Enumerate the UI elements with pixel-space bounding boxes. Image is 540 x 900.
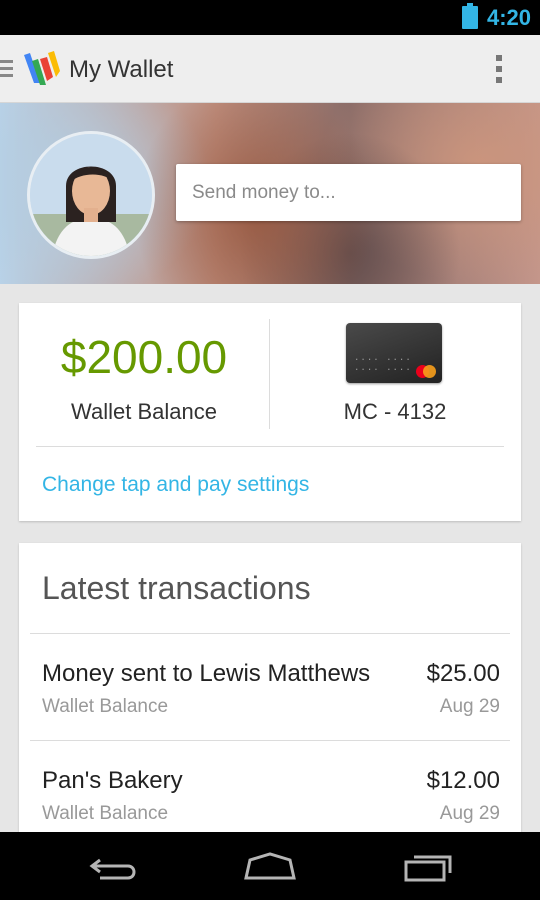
- transactions-card: Latest transactions Money sent to Lewis …: [19, 543, 521, 843]
- menu-icon[interactable]: [0, 60, 13, 78]
- status-clock: 4:20: [486, 5, 531, 30]
- transaction-amount: $12.00: [426, 767, 500, 794]
- action-bar: My Wallet: [0, 35, 540, 103]
- recent-apps-icon[interactable]: [398, 846, 458, 886]
- overflow-menu-icon[interactable]: [496, 55, 502, 85]
- wallet-balance-amount[interactable]: $200.00: [19, 330, 269, 384]
- profile-banner: [0, 103, 540, 284]
- home-icon[interactable]: [240, 846, 300, 886]
- back-icon[interactable]: [82, 846, 142, 886]
- navigation-bar: [0, 832, 540, 900]
- payment-card-label: MC - 4132: [343, 399, 447, 424]
- transaction-source: Wallet Balance: [42, 696, 169, 717]
- transaction-amount: $25.00: [426, 660, 500, 687]
- status-bar: 4:20: [0, 0, 540, 35]
- transaction-name: Pan's Bakery: [42, 767, 183, 794]
- balance-card: $200.00 Wallet Balance .... .... .... ..…: [19, 303, 521, 521]
- payment-card-image[interactable]: .... .... .... ....: [346, 323, 442, 383]
- send-money-input[interactable]: [176, 164, 521, 221]
- transactions-title: Latest transactions: [42, 570, 311, 606]
- divider: [36, 446, 504, 447]
- mastercard-logo-icon: [416, 365, 436, 378]
- tap-and-pay-settings-link[interactable]: Change tap and pay settings: [42, 473, 309, 497]
- transaction-name: Money sent to Lewis Matthews: [42, 660, 371, 687]
- app-title: My Wallet: [69, 56, 174, 83]
- transaction-row[interactable]: Money sent to Lewis Matthews Wallet Bala…: [19, 634, 521, 740]
- transaction-date: Aug 29: [439, 803, 500, 824]
- wallet-logo-icon[interactable]: [20, 47, 62, 91]
- transaction-source: Wallet Balance: [42, 803, 169, 824]
- transaction-date: Aug 29: [439, 696, 500, 717]
- battery-icon: [462, 3, 478, 29]
- avatar[interactable]: [27, 131, 155, 259]
- wallet-balance-label: Wallet Balance: [71, 399, 217, 424]
